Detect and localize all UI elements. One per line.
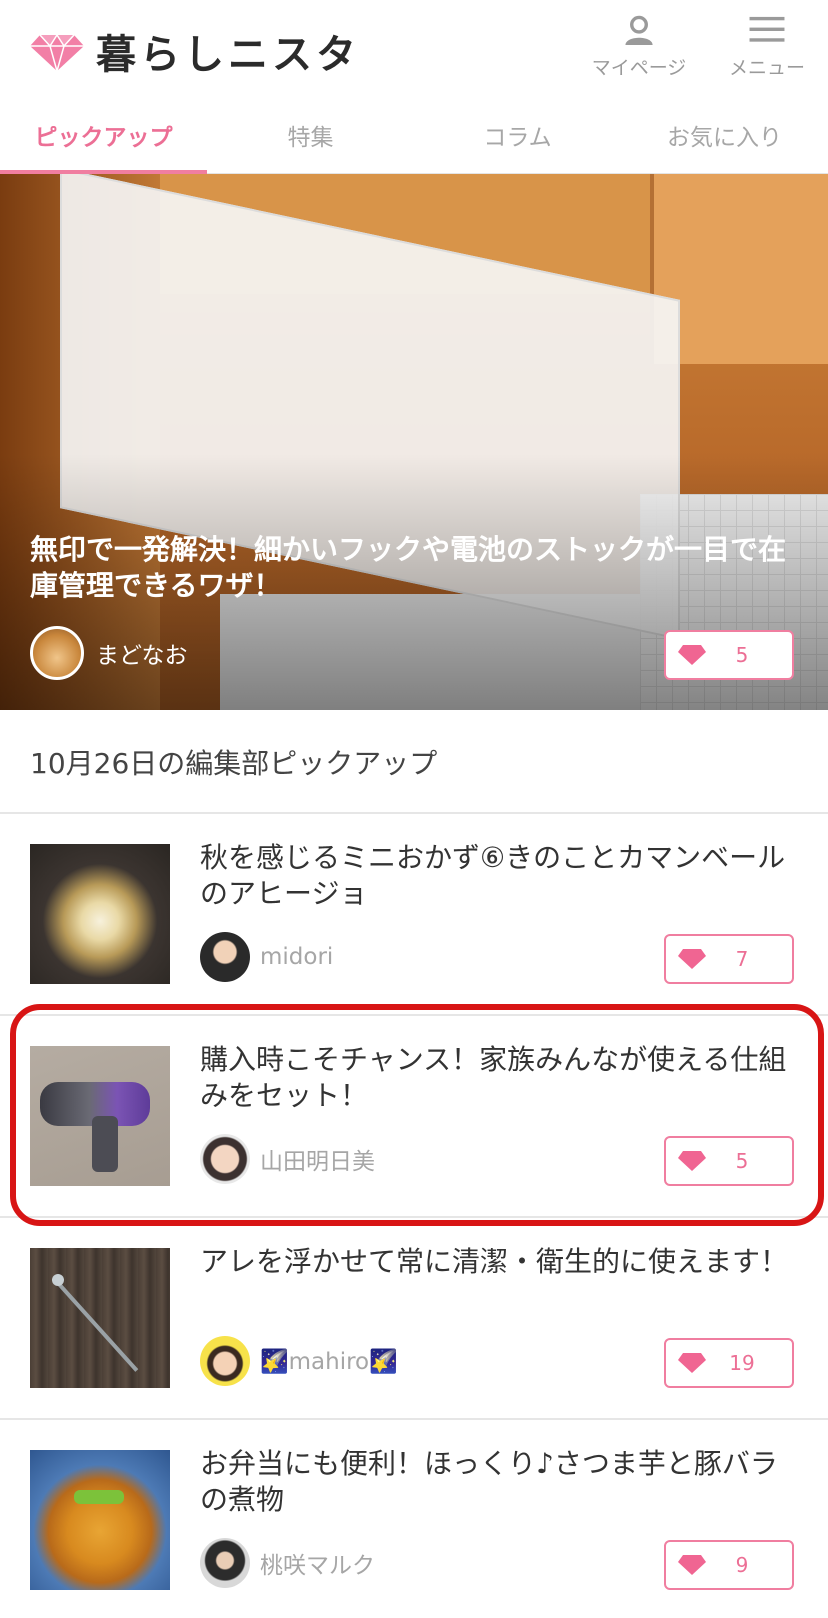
like-button[interactable]: 5 xyxy=(664,630,794,680)
logo-text: 暮らしニスタ xyxy=(96,32,360,78)
list-item[interactable]: お弁当にも便利！ほっくり♪さつま芋と豚バラの煮物 桃咲マルク 9 xyxy=(0,1420,828,1618)
diamond-icon xyxy=(678,1555,706,1575)
article-author[interactable]: 桃咲マルク xyxy=(200,1538,375,1588)
article-title: お弁当にも便利！ほっくり♪さつま芋と豚バラの煮物 xyxy=(200,1447,778,1516)
article-author[interactable]: 🌠mahiro🌠 xyxy=(200,1336,398,1386)
tab-features[interactable]: 特集 xyxy=(207,96,414,173)
tab-favorites[interactable]: お気に入り xyxy=(621,96,828,173)
user-icon xyxy=(625,15,653,46)
author-name: 🌠mahiro🌠 xyxy=(260,1348,398,1375)
section-title: 10月26日の編集部ピックアップ xyxy=(30,747,438,780)
like-count: 9 xyxy=(735,1553,749,1577)
article-thumbnail xyxy=(30,1450,170,1590)
list-item[interactable]: 秋を感じるミニおかず⑥きのことカマンベールのアヒージョ midori 7 xyxy=(0,814,828,1014)
highlight-frame xyxy=(10,1004,824,1226)
diamond-icon xyxy=(678,1353,706,1373)
site-logo[interactable]: 暮らしニスタ xyxy=(30,22,360,80)
diamond-logo-icon xyxy=(30,33,84,71)
avatar xyxy=(200,1336,250,1386)
article-author[interactable]: midori xyxy=(200,932,333,982)
hero-author[interactable]: まどなお xyxy=(30,626,188,680)
diamond-icon xyxy=(678,949,706,969)
tab-column[interactable]: コラム xyxy=(414,96,621,173)
hero-title: 無印で一発解決！細かいフックや電池のストックが一目で在庫管理できるワザ！ xyxy=(30,533,787,602)
article-title: アレを浮かせて常に清潔・衛生的に使えます！ xyxy=(200,1245,789,1278)
avatar xyxy=(200,932,250,982)
hamburger-menu-icon xyxy=(749,16,785,42)
diamond-icon xyxy=(678,645,706,665)
like-count: 7 xyxy=(735,947,749,971)
avatar xyxy=(30,626,84,680)
hero-article-card[interactable]: 無印で一発解決！細かいフックや電池のストックが一目で在庫管理できるワザ！ まどな… xyxy=(0,174,828,710)
like-button[interactable]: 7 xyxy=(664,934,794,984)
list-item[interactable]: アレを浮かせて常に清潔・衛生的に使えます！ 🌠mahiro🌠 19 xyxy=(0,1218,828,1418)
author-name: midori xyxy=(260,944,334,970)
like-count: 5 xyxy=(735,643,749,667)
article-thumbnail xyxy=(30,1248,170,1388)
menu-label: メニュー xyxy=(728,57,805,79)
like-count: 19 xyxy=(729,1351,755,1375)
mypage-button[interactable]: マイページ xyxy=(584,14,694,80)
hero-author-name: まどなお xyxy=(96,643,188,669)
author-name: 桃咲マルク xyxy=(260,1553,375,1579)
avatar xyxy=(200,1538,250,1588)
article-title: 秋を感じるミニおかず⑥きのことカマンベールのアヒージョ xyxy=(200,841,786,910)
like-button[interactable]: 19 xyxy=(664,1338,794,1388)
article-thumbnail xyxy=(30,844,170,984)
category-tabs: ピックアップ 特集 コラム お気に入り xyxy=(0,96,828,174)
menu-button[interactable]: メニュー xyxy=(712,14,822,80)
like-button[interactable]: 9 xyxy=(664,1540,794,1590)
app-header: 暮らしニスタ マイページ メニュー xyxy=(0,0,828,96)
mypage-label: マイページ xyxy=(591,57,687,79)
tab-pickup[interactable]: ピックアップ xyxy=(0,96,207,174)
